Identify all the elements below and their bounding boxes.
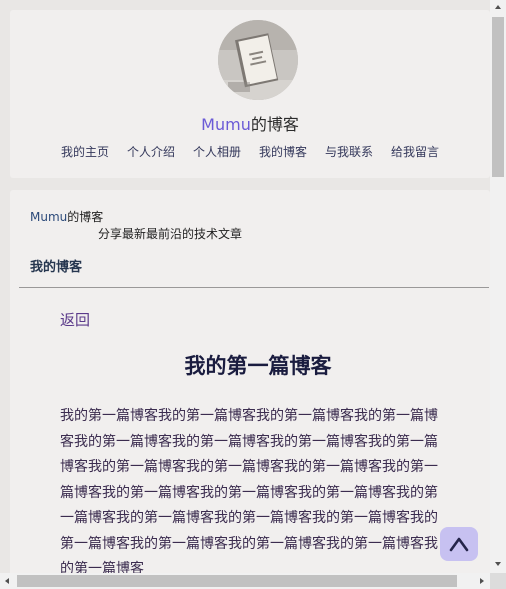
scroll-left-icon[interactable] <box>5 578 9 584</box>
avatar <box>218 20 298 100</box>
post-body: 我的第一篇博客我的第一篇博客我的第一篇博客我的第一篇博客我的第一篇博客我的第一篇… <box>60 408 438 573</box>
site-name-brand: Mumu <box>30 210 68 224</box>
scrollbar-corner <box>490 573 506 589</box>
main-nav: 我的主页 个人介绍 个人相册 我的博客 与我联系 给我留言 <box>10 144 490 160</box>
nav-blog[interactable]: 我的博客 <box>259 144 307 160</box>
post-title: 我的第一篇博客 <box>184 354 332 378</box>
horizontal-scrollbar[interactable] <box>0 573 490 589</box>
chevron-up-icon <box>449 537 469 552</box>
nav-about[interactable]: 个人介绍 <box>127 144 175 160</box>
back-to-top-button[interactable] <box>440 527 478 561</box>
header-card: Mumu的博客 我的主页 个人介绍 个人相册 我的博客 与我联系 给我留言 <box>10 10 490 178</box>
nav-home[interactable]: 我的主页 <box>61 144 109 160</box>
scroll-up-icon[interactable] <box>495 5 501 9</box>
vertical-scrollbar[interactable] <box>490 0 506 573</box>
scroll-down-icon[interactable] <box>495 562 501 566</box>
page-viewport: Mumu的博客 我的主页 个人介绍 个人相册 我的博客 与我联系 给我留言 Mu… <box>0 0 490 573</box>
blog-title-suffix: 的博客 <box>250 115 299 134</box>
scroll-right-icon[interactable] <box>480 578 484 584</box>
back-link[interactable]: 返回 <box>60 309 90 330</box>
divider <box>19 287 489 288</box>
avatar-image <box>218 20 298 100</box>
blog-title-brand: Mumu <box>201 115 251 134</box>
horizontal-scroll-thumb[interactable] <box>17 575 457 587</box>
section-label: 我的博客 <box>30 260 83 275</box>
nav-contact[interactable]: 与我联系 <box>325 144 373 160</box>
nav-album[interactable]: 个人相册 <box>193 144 241 160</box>
vertical-scroll-thumb[interactable] <box>492 17 504 177</box>
nav-guestbook[interactable]: 给我留言 <box>391 144 439 160</box>
site-name: Mumu的博客 <box>30 210 103 225</box>
site-name-suffix: 的博客 <box>67 210 104 224</box>
content-card: Mumu的博客 分享最新最前沿的技术文章 我的博客 返回 我的第一篇博客 我的第… <box>10 190 490 573</box>
blog-title: Mumu的博客 <box>10 114 490 136</box>
site-slogan: 分享最新最前沿的技术文章 <box>98 227 243 241</box>
